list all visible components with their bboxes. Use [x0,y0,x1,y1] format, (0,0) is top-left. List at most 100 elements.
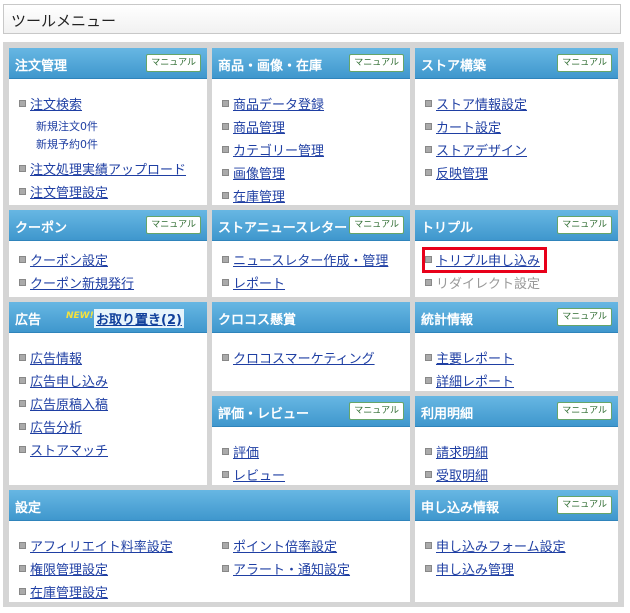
manual-button[interactable]: マニュアル [349,216,404,234]
manual-button[interactable]: マニュアル [557,402,612,420]
bullet-icon [425,279,432,286]
application-form-link[interactable]: 申し込みフォーム設定 [436,536,566,555]
alert-settings-link[interactable]: アラート・通知設定 [233,559,350,578]
panel-title: クーポン [15,221,68,236]
bullet-icon [222,169,229,176]
panel-settings: 設定 アフィリエイト料率設定 権限管理設定 在庫管理設定 ポイント倍率設定 アラ… [9,490,410,602]
new-badge: NEW! [66,311,94,321]
bullet-icon [222,256,229,263]
panel-coupon-header: クーポン マニュアル [9,210,207,241]
bullet-icon [425,256,432,263]
permission-settings-link[interactable]: 権限管理設定 [30,559,108,578]
panel-title: 商品・画像・在庫 [218,59,323,74]
panel-trouble: トリプル マニュアル トリプル申し込み リダイレクト設定 [415,210,618,297]
ad-analysis-link[interactable]: 広告分析 [30,417,82,436]
inventory-manage-link[interactable]: 在庫管理 [233,186,285,205]
crocos-marketing-link[interactable]: クロコスマーケティング [233,348,375,367]
new-orders-link[interactable]: 新規注文0件 [36,118,98,136]
trouble-apply-link[interactable]: トリプル申し込み [436,250,540,269]
store-match-link[interactable]: ストアマッチ [30,440,108,459]
order-upload-link[interactable]: 注文処理実績アップロード [30,159,186,178]
manual-button[interactable]: マニュアル [557,216,612,234]
panel-usage-header: 利用明細 マニュアル [415,396,618,427]
panel-product: 商品・画像・在庫 マニュアル 商品データ登録 商品管理 カテゴリー管理 画像管理… [212,48,410,205]
panel-stats: 統計情報 マニュアル 主要レポート 詳細レポート [415,302,618,391]
bullet-icon [222,279,229,286]
rating-link[interactable]: 評価 [233,442,259,461]
order-settings-link[interactable]: 注文管理設定 [30,182,108,201]
bullet-icon [19,542,26,549]
image-manage-link[interactable]: 画像管理 [233,163,285,182]
bullet-icon [425,542,432,549]
bullet-icon [222,448,229,455]
manual-button[interactable]: マニュアル [349,402,404,420]
panel-ads: 広告 NEW! お取り置き(2) 広告情報 広告申し込み 広告原稿入稿 広告分析… [9,302,207,485]
bullet-icon [222,542,229,549]
bullet-icon [19,446,26,453]
panel-title: トリプル [421,221,474,236]
store-info-link[interactable]: ストア情報設定 [436,94,527,113]
panel-newsletter: ストアニュースレター マニュアル ニュースレター作成・管理 レポート [212,210,410,297]
bullet-icon [19,423,26,430]
bullet-icon [425,169,432,176]
category-manage-link[interactable]: カテゴリー管理 [233,140,324,159]
panel-trouble-header: トリプル マニュアル [415,210,618,241]
panel-title: ストアニュースレター [218,221,348,236]
product-register-link[interactable]: 商品データ登録 [233,94,324,113]
panel-application-header: 申し込み情報 マニュアル [415,490,618,521]
manual-button[interactable]: マニュアル [557,496,612,514]
ad-apply-link[interactable]: 広告申し込み [30,371,108,390]
panel-title: 統計情報 [421,313,474,328]
panel-title: 注文管理 [15,59,68,74]
panel-review: 評価・レビュー マニュアル 評価 レビュー [212,396,410,485]
ad-submit-link[interactable]: 広告原稿入稿 [30,394,108,413]
ad-info-link[interactable]: 広告情報 [30,348,82,367]
detail-report-link[interactable]: 詳細レポート [436,371,514,390]
affiliate-rate-link[interactable]: アフィリエイト料率設定 [30,536,173,555]
manual-button[interactable]: マニュアル [146,216,201,234]
bullet-icon [222,471,229,478]
bullet-icon [19,588,26,595]
bullet-icon [425,565,432,572]
newsletter-report-link[interactable]: レポート [233,273,285,292]
newsletter-create-link[interactable]: ニュースレター作成・管理 [233,250,388,269]
order-search-link[interactable]: 注文検索 [30,94,82,113]
panel-product-header: 商品・画像・在庫 マニュアル [212,48,410,79]
manual-button[interactable]: マニュアル [146,54,201,72]
inventory-settings-link[interactable]: 在庫管理設定 [30,582,108,601]
manual-button[interactable]: マニュアル [557,308,612,326]
product-manage-link[interactable]: 商品管理 [233,117,285,136]
reflect-manage-link[interactable]: 反映管理 [436,163,488,182]
point-rate-link[interactable]: ポイント倍率設定 [233,536,337,555]
new-reservations-link[interactable]: 新規予約0件 [36,136,98,154]
panel-order-header: 注文管理 マニュアル [9,48,207,79]
bullet-icon [425,448,432,455]
reservation-link[interactable]: お取り置き(2) [94,309,184,328]
bullet-icon [19,354,26,361]
receipt-detail-link[interactable]: 受取明細 [436,465,488,484]
manual-button[interactable]: マニュアル [557,54,612,72]
bullet-icon [19,377,26,384]
panel-usage: 利用明細 マニュアル 請求明細 受取明細 [415,396,618,485]
panel-title: 利用明細 [421,407,474,422]
panel-crocos-header: クロコス懸賞 [212,302,410,333]
manual-button[interactable]: マニュアル [349,54,404,72]
bullet-icon [222,146,229,153]
cart-settings-link[interactable]: カート設定 [436,117,501,136]
panel-newsletter-header: ストアニュースレター マニュアル [212,210,410,241]
bullet-icon [425,123,432,130]
bullet-icon [19,279,26,286]
panel-title: 申し込み情報 [421,501,500,516]
store-design-link[interactable]: ストアデザイン [436,140,527,159]
billing-detail-link[interactable]: 請求明細 [436,442,488,461]
coupon-new-link[interactable]: クーポン新規発行 [30,273,134,292]
review-link[interactable]: レビュー [233,465,285,484]
panel-settings-header: 設定 [9,490,410,521]
main-report-link[interactable]: 主要レポート [436,348,514,367]
bullet-icon [19,188,26,195]
bullet-icon [222,565,229,572]
panel-title: 設定 [15,501,42,516]
tool-menu-header: ツールメニュー [3,4,621,34]
coupon-settings-link[interactable]: クーポン設定 [30,250,108,269]
application-manage-link[interactable]: 申し込み管理 [436,559,514,578]
